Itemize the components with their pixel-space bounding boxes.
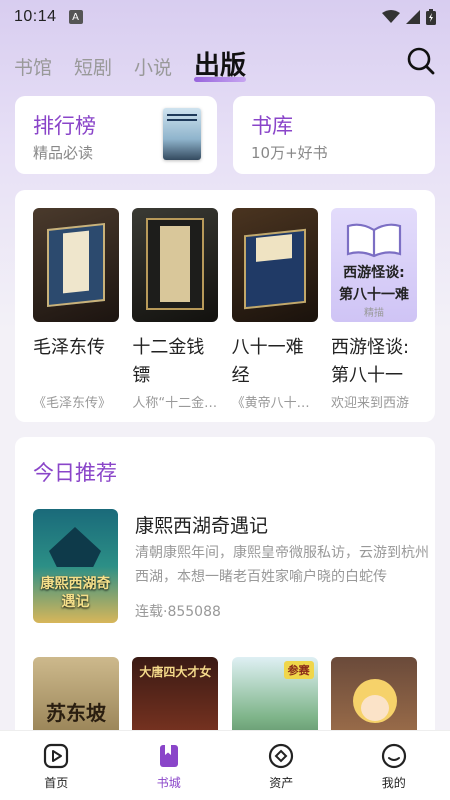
book-item[interactable]: 西游怪谈:第八十一难 精描 西游怪谈:第八十一难 欢迎来到西游 bbox=[330, 208, 417, 411]
nav-label: 首页 bbox=[44, 776, 69, 790]
wifi-icon bbox=[382, 10, 400, 23]
nav-label: 资产 bbox=[269, 776, 294, 790]
tab-bookhall[interactable]: 书馆 bbox=[14, 53, 52, 86]
nav-home[interactable]: 首页 bbox=[0, 731, 113, 800]
library-title: 书库 bbox=[251, 114, 293, 138]
diamond-icon bbox=[269, 743, 294, 769]
book-cover bbox=[33, 208, 119, 322]
book-cover bbox=[132, 208, 219, 322]
nav-label: 我的 bbox=[381, 776, 406, 790]
signal-icon bbox=[406, 10, 420, 24]
cover-title-text: 苏东坡 bbox=[46, 701, 106, 725]
book-title: 十二金钱镖 bbox=[132, 337, 205, 386]
section-title: 今日推荐 bbox=[33, 461, 117, 485]
sim-badge: A bbox=[68, 10, 83, 24]
nav-bookstore[interactable]: 书城 bbox=[113, 731, 226, 800]
featured-cover[interactable]: 康熙西湖奇遇记 bbox=[33, 509, 118, 623]
bottom-nav: 首页 书城 资产 我的 bbox=[0, 730, 450, 800]
bookmark-icon bbox=[159, 745, 178, 767]
ranking-title: 排行榜 bbox=[33, 114, 96, 138]
book-shelf-card: 毛泽东传 《毛泽东传》 十二金钱镖 人称“十二金钱镖” 八十一难经 《黄帝八十一… bbox=[15, 190, 435, 422]
library-card[interactable]: 书库 10万+好书 bbox=[233, 96, 435, 174]
library-subtitle: 10万+好书 bbox=[251, 144, 328, 162]
search-icon[interactable] bbox=[406, 46, 436, 76]
cover-title-text: 大唐四大才女 bbox=[139, 665, 212, 679]
ranking-subtitle: 精品必读 bbox=[33, 144, 94, 162]
book-item[interactable]: 毛泽东传 《毛泽东传》 bbox=[33, 208, 119, 411]
status-time: 10:14 bbox=[14, 8, 57, 25]
book-desc: 人称“十二金钱镖” bbox=[132, 396, 218, 411]
cover-badge: 参赛 bbox=[283, 661, 314, 679]
book-item[interactable]: 十二金钱镖 人称“十二金钱镖” bbox=[132, 208, 219, 411]
ranking-thumbnail bbox=[163, 108, 201, 160]
tab-novel[interactable]: 小说 bbox=[134, 53, 172, 86]
ranking-card[interactable]: 排行榜 精品必读 bbox=[15, 96, 217, 174]
tab-publishing[interactable]: 出版 bbox=[194, 45, 247, 86]
book-desc: 欢迎来到西游 bbox=[330, 396, 409, 411]
tab-short-drama[interactable]: 短剧 bbox=[74, 53, 112, 86]
nav-label: 书城 bbox=[156, 776, 181, 790]
book-cover bbox=[231, 208, 318, 322]
nav-assets[interactable]: 资产 bbox=[225, 731, 338, 800]
book-title: 八十一难经 bbox=[231, 337, 304, 386]
book-desc: 《黄帝八十一难经》 bbox=[231, 396, 318, 411]
nav-profile[interactable]: 我的 bbox=[338, 731, 450, 800]
cover-title-text: 西游怪谈:第八十一难 bbox=[338, 265, 409, 303]
smile-icon bbox=[381, 743, 406, 769]
open-book-icon bbox=[346, 223, 402, 258]
play-icon bbox=[44, 743, 69, 769]
book-desc: 《毛泽东传》 bbox=[33, 396, 112, 411]
featured-title[interactable]: 康熙西湖奇遇记 bbox=[135, 511, 268, 538]
featured-desc: 清朝康熙年间，康熙皇帝微服私访，云游到杭州西湖，本想一睹老百姓家喻户晓的白蛇传 bbox=[135, 545, 429, 585]
today-recommend-card: 今日推荐 康熙西湖奇遇记 康熙西湖奇遇记 清朝康熙年间，康熙皇帝微服私访，云游到… bbox=[15, 437, 435, 757]
top-tabs: 书馆 短剧 小说 出版 bbox=[14, 42, 436, 86]
cover-tag: 精描 bbox=[363, 308, 384, 319]
featured-meta: 连载·855088 bbox=[135, 604, 221, 620]
book-cover: 西游怪谈:第八十一难 精描 bbox=[330, 208, 417, 322]
featured-cover-text: 康熙西湖奇遇记 bbox=[40, 576, 111, 610]
book-title: 西游怪谈:第八十一难 bbox=[330, 337, 410, 386]
battery-icon bbox=[426, 9, 436, 25]
book-item[interactable]: 八十一难经 《黄帝八十一难经》 bbox=[231, 208, 318, 411]
book-title: 毛泽东传 bbox=[33, 337, 105, 358]
status-bar: 10:14 A bbox=[0, 0, 450, 34]
